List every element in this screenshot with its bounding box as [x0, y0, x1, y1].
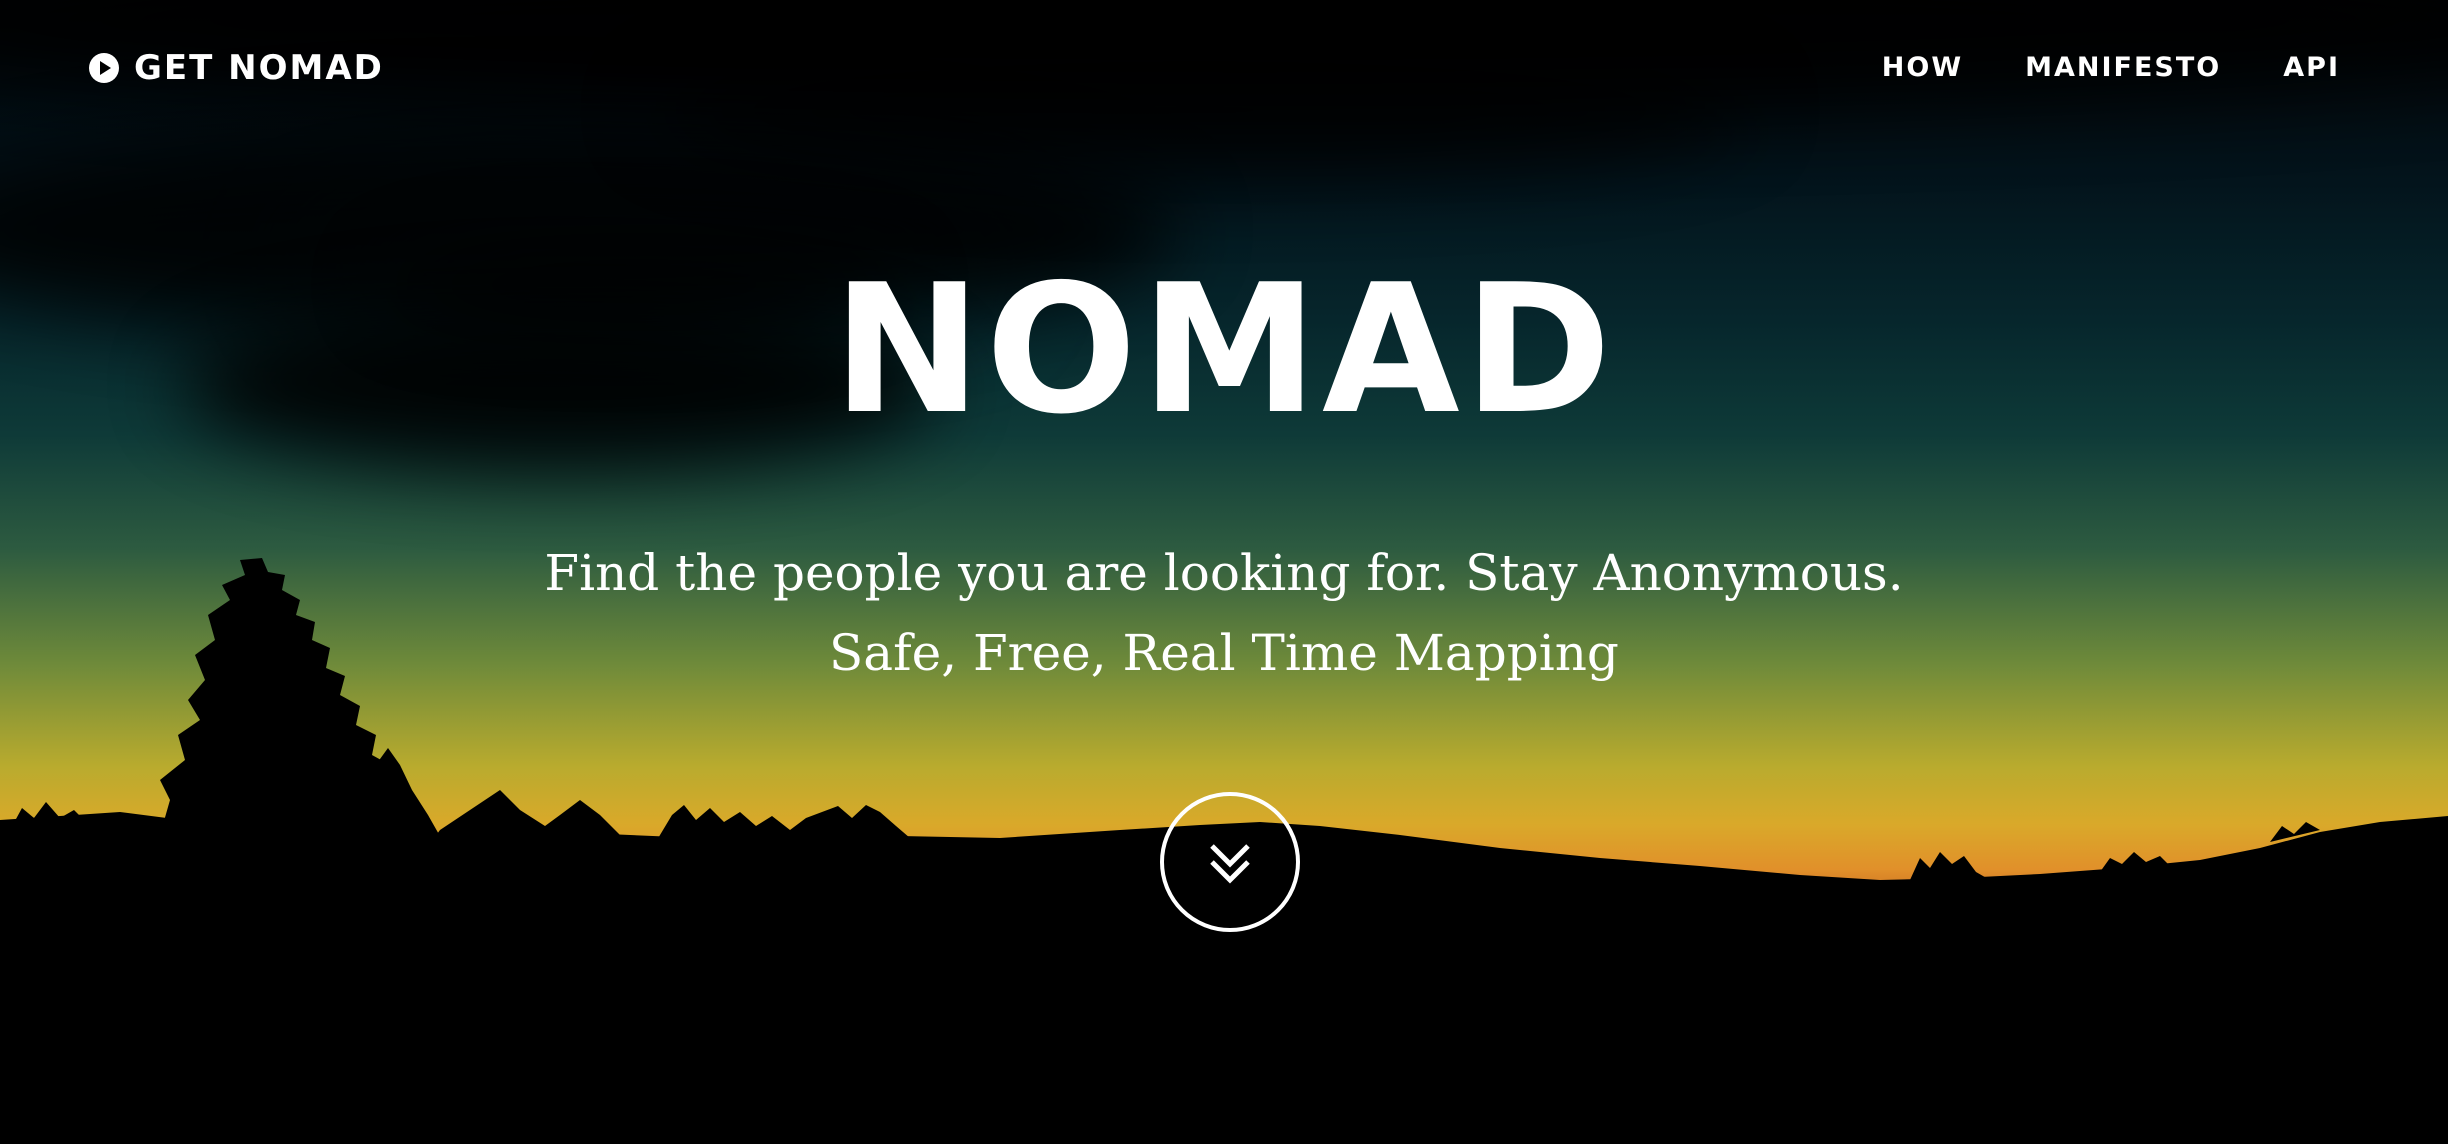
- nav-link-manifesto[interactable]: MANIFESTO: [2025, 52, 2221, 83]
- nav-link-api[interactable]: API: [2283, 52, 2340, 83]
- nav-link-how[interactable]: HOW: [1882, 52, 1963, 83]
- scroll-down-button[interactable]: [1160, 792, 1300, 932]
- top-navbar: GET NOMAD HOW MANIFESTO API: [0, 0, 2448, 140]
- nav-links: HOW MANIFESTO API: [1882, 52, 2340, 83]
- hero-section: GET NOMAD HOW MANIFESTO API NOMAD Find t…: [0, 0, 2448, 1144]
- brand-label: GET NOMAD: [134, 48, 384, 88]
- hero-tagline: Find the people you are looking for. Sta…: [544, 544, 1904, 682]
- double-chevron-down-icon: [1204, 836, 1256, 888]
- play-circle-icon: [88, 52, 120, 84]
- hero-title: NOMAD: [832, 246, 1616, 453]
- brand-link[interactable]: GET NOMAD: [88, 48, 384, 88]
